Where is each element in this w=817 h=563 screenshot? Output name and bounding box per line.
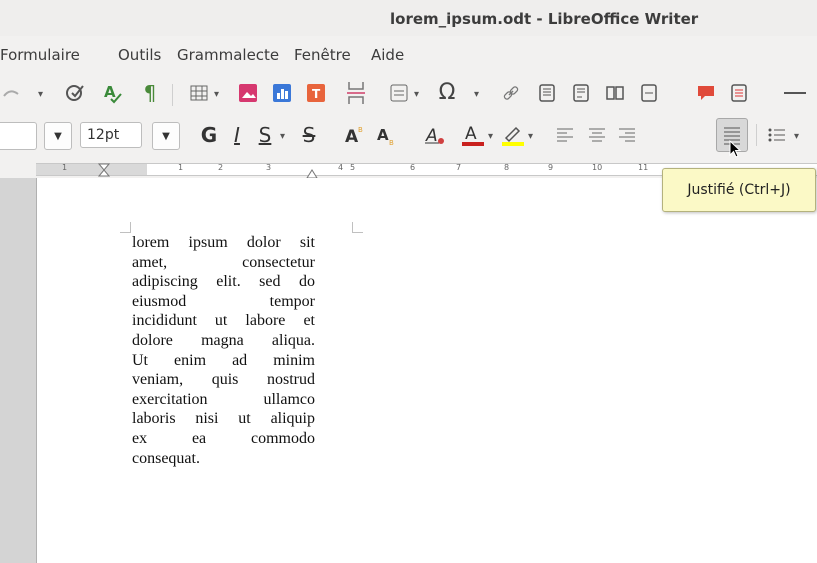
- highlight-dropdown-icon[interactable]: ▾: [528, 131, 533, 142]
- menu-fenetre[interactable]: Fenêtre: [294, 46, 351, 64]
- svg-text:B: B: [389, 139, 394, 146]
- menu-outils[interactable]: Outils: [118, 46, 161, 64]
- underline-icon[interactable]: S: [254, 122, 276, 148]
- footnote-icon[interactable]: [536, 82, 558, 104]
- document-text[interactable]: lorem ipsum dolor sit amet, consectetur …: [132, 233, 315, 468]
- align-right-icon[interactable]: [616, 124, 638, 146]
- special-char-icon[interactable]: Ω: [432, 78, 462, 106]
- subscript-icon[interactable]: AB: [374, 122, 400, 148]
- ruler-label: 1: [62, 163, 68, 172]
- text-line: adipiscing elit. sed do: [132, 273, 315, 291]
- text-line: laboris nisi ut aliquip: [132, 410, 315, 428]
- menu-formulaire[interactable]: Formulaire: [0, 46, 80, 64]
- ruler-label: 11: [638, 163, 649, 172]
- svg-text:A: A: [465, 124, 477, 144]
- underline-dropdown-icon[interactable]: ▾: [280, 131, 285, 142]
- table-dropdown-icon[interactable]: ▾: [214, 89, 219, 100]
- chart-icon[interactable]: [270, 81, 294, 105]
- toolbar-separator: [756, 124, 757, 146]
- redo-icon[interactable]: [0, 82, 22, 106]
- spellcheck-icon[interactable]: [62, 80, 88, 106]
- title-bar: lorem_ipsum.odt - LibreOffice Writer: [0, 0, 817, 36]
- text-line: consequat.: [132, 449, 200, 467]
- text-line: eiusmod tempor: [132, 292, 315, 310]
- ruler-label: 1: [178, 163, 184, 172]
- table-icon[interactable]: [188, 82, 210, 104]
- svg-text:T: T: [312, 87, 321, 101]
- text-line: Ut enim ad minim: [132, 351, 315, 369]
- ruler-label: 2: [218, 163, 224, 172]
- endnote-icon[interactable]: [570, 82, 592, 104]
- track-changes-icon[interactable]: [728, 82, 750, 104]
- font-size-dropdown-icon[interactable]: ▼: [152, 122, 180, 150]
- ruler-label: 4: [338, 163, 344, 172]
- ruler-label: 6: [410, 163, 416, 172]
- bold-icon[interactable]: G: [198, 122, 220, 148]
- superscript-icon[interactable]: AB: [342, 122, 368, 148]
- ruler-label: 10: [592, 163, 603, 172]
- svg-text:B: B: [358, 126, 363, 134]
- menu-grammalecte[interactable]: Grammalecte: [177, 46, 279, 64]
- svg-text:A: A: [345, 127, 359, 146]
- comment-icon[interactable]: [694, 82, 718, 104]
- text-line: lorem ipsum dolor sit: [132, 234, 315, 251]
- field-dropdown-icon[interactable]: ▾: [414, 89, 419, 100]
- special-char-dropdown-icon[interactable]: ▾: [474, 89, 479, 100]
- svg-text:A: A: [377, 126, 389, 144]
- ruler-label: 7: [456, 163, 462, 172]
- mouse-pointer-icon: [729, 139, 743, 164]
- toolbar-separator: [172, 84, 173, 106]
- font-effect-icon[interactable]: A: [422, 122, 448, 148]
- text-line: exercitation ullamco: [132, 390, 315, 408]
- ruler-label: 8: [504, 163, 510, 172]
- font-size-combo[interactable]: 12pt: [80, 122, 142, 148]
- highlight-icon[interactable]: [500, 122, 526, 148]
- formatting-marks-icon[interactable]: ¶: [140, 80, 160, 106]
- text-line: ex ea commodo: [132, 429, 315, 447]
- strikethrough-icon[interactable]: S: [298, 122, 320, 148]
- redo-dropdown-icon[interactable]: ▾: [38, 89, 43, 100]
- hyperlink-icon[interactable]: [500, 82, 522, 104]
- autospell-icon[interactable]: A: [100, 80, 126, 106]
- text-boundary-corner: [120, 222, 131, 233]
- text-boundary-corner: [352, 222, 363, 233]
- align-left-icon[interactable]: [554, 124, 576, 146]
- page-break-icon[interactable]: [344, 80, 368, 106]
- ruler-label: 3: [266, 163, 272, 172]
- bullet-list-dropdown-icon[interactable]: ▾: [794, 131, 799, 142]
- field-icon[interactable]: [388, 82, 410, 104]
- font-color-icon[interactable]: A: [460, 122, 486, 148]
- cross-reference-icon[interactable]: [638, 82, 660, 104]
- ruler-label: 9: [548, 163, 554, 172]
- font-name-dropdown-icon[interactable]: ▼: [44, 122, 72, 150]
- bookmark-icon[interactable]: [604, 82, 626, 104]
- line-icon[interactable]: [780, 82, 810, 104]
- font-color-dropdown-icon[interactable]: ▾: [488, 131, 493, 142]
- align-center-icon[interactable]: [586, 124, 608, 146]
- text-line: amet, consectetur: [132, 253, 315, 271]
- window-title: lorem_ipsum.odt - LibreOffice Writer: [390, 10, 699, 28]
- ruler-label: 5: [350, 163, 356, 172]
- image-icon[interactable]: [236, 81, 260, 105]
- bullet-list-icon[interactable]: [766, 124, 788, 146]
- text-line: incididunt ut labore et: [132, 312, 315, 330]
- ruler-margin: [36, 164, 147, 175]
- italic-icon[interactable]: I: [226, 122, 248, 148]
- tooltip: Justifié (Ctrl+J): [662, 168, 816, 212]
- menu-aide[interactable]: Aide: [371, 46, 404, 64]
- text-line: veniam, quis nostrud: [132, 371, 315, 389]
- text-line: dolore magna aliqua.: [132, 331, 315, 349]
- textbox-icon[interactable]: T: [304, 81, 328, 105]
- font-name-combo[interactable]: [0, 122, 37, 150]
- svg-text:A: A: [104, 83, 116, 101]
